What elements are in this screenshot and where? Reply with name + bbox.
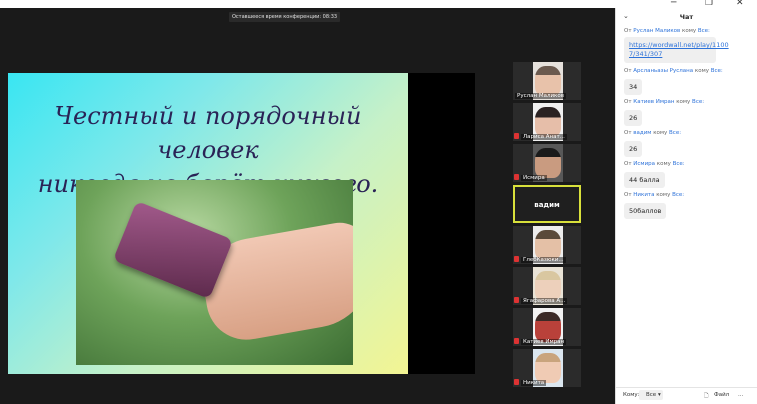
muted-mic-icon — [514, 379, 519, 385]
message-text: 26 — [624, 110, 643, 126]
file-button[interactable]: Файл — [714, 392, 729, 398]
participant-name: Руслан Маликов — [515, 93, 566, 99]
participant-name: Никита — [521, 380, 547, 386]
participant-video — [535, 148, 561, 178]
sender-name[interactable]: Катиев Имран — [633, 99, 674, 105]
participant-name: Катиев Имран — [521, 339, 567, 345]
muted-mic-icon — [514, 256, 519, 262]
sender-name[interactable]: вадим — [633, 130, 651, 136]
shared-screen: Честный и порядочный человек никогда не … — [8, 73, 475, 374]
participant-name: вадим — [534, 201, 560, 209]
presentation-slide: Честный и порядочный человек никогда не … — [8, 73, 408, 374]
chat-header: ⌄ Чат — [616, 10, 757, 26]
participant-tile[interactable]: Катиев Имран — [513, 308, 581, 346]
message-meta: От Катиев Имран кому Все: — [624, 99, 705, 105]
message-text: 26 — [624, 141, 643, 157]
chat-message: От Никита кому Все: 50баллов — [624, 192, 684, 219]
chat-title: Чат — [679, 13, 694, 21]
recipient-name[interactable]: Все: — [669, 130, 681, 136]
chat-panel: ⌄ Чат От Руслан Маликов кому Все: https:… — [615, 0, 757, 404]
chat-message: От Исмира кому Все: 44 балла — [624, 161, 685, 188]
sender-name[interactable]: Исмира — [633, 161, 655, 167]
participant-video — [535, 353, 561, 383]
participant-name: ГлебКазюки... — [521, 257, 566, 263]
more-button[interactable]: ... — [738, 392, 743, 398]
message-text: 50баллов — [624, 203, 667, 219]
recipient-select-value[interactable]: Все — [646, 392, 656, 398]
message-meta: От Никита кому Все: — [624, 192, 685, 198]
recipient-name[interactable]: Все: — [692, 99, 704, 105]
message-meta: От Исмира кому Все: — [624, 161, 685, 167]
recipient-name[interactable]: Все: — [672, 192, 684, 198]
chat-message: От Арсланьазы Руслана кому Все: 34 — [624, 68, 723, 95]
participant-tile[interactable]: Никита — [513, 349, 581, 387]
participant-tile[interactable]: Исмира — [513, 144, 581, 182]
participant-tile[interactable]: Руслан Маликов — [513, 62, 581, 100]
participant-name: Ягафарова А... — [521, 298, 568, 304]
muted-mic-icon — [514, 174, 519, 180]
to-label: Кому: — [623, 392, 640, 398]
participant-tile[interactable]: Лариса Анат... — [513, 103, 581, 141]
recipient-name[interactable]: Все: — [698, 28, 710, 34]
participant-tile[interactable]: ГлебКазюки... — [513, 226, 581, 264]
muted-mic-icon — [514, 133, 519, 139]
sender-name[interactable]: Никита — [633, 192, 654, 198]
participant-video — [535, 312, 561, 342]
window-controls: ─ ❐ ✕ — [615, 0, 757, 8]
participant-video — [535, 271, 561, 301]
chat-message: От Руслан Маликов кому Все: https://word… — [624, 28, 729, 63]
message-text: 34 — [624, 79, 643, 95]
slide-photo — [76, 180, 353, 365]
file-icon[interactable]: 🗋 — [704, 392, 708, 401]
sender-name[interactable]: Арсланьазы Руслана — [633, 68, 693, 74]
participant-video — [535, 66, 561, 96]
recipient-name[interactable]: Все: — [711, 68, 723, 74]
muted-mic-icon — [514, 338, 519, 344]
message-meta: От Арсланьазы Руслана кому Все: — [624, 68, 723, 74]
close-icon[interactable]: ✕ — [736, 0, 744, 8]
slide-title-line-1: Честный и порядочный человек — [54, 102, 362, 164]
chevron-down-icon[interactable]: ▾ — [658, 392, 661, 398]
title-bar — [0, 0, 615, 8]
participant-tile-active-speaker[interactable]: вадим — [513, 185, 581, 223]
recipient-name[interactable]: Все: — [673, 161, 685, 167]
message-link[interactable]: https://wordwall.net/play/1100 7/341/307 — [624, 37, 729, 63]
maximize-icon[interactable]: ❐ — [705, 0, 713, 8]
chat-message: От Катиев Имран кому Все: 26 — [624, 99, 704, 126]
participant-video — [535, 107, 561, 137]
chat-message: От вадим кому Все: 26 — [624, 130, 681, 157]
sender-name[interactable]: Руслан Маликов — [633, 28, 680, 34]
participant-video — [535, 230, 561, 260]
wallet-image — [112, 200, 234, 300]
muted-mic-icon — [514, 297, 519, 303]
message-meta: От вадим кому Все: — [624, 130, 682, 136]
participant-name: Лариса Анат... — [521, 134, 567, 140]
chat-footer: Кому: Все ▾ 🗋 Файл ... — [616, 387, 757, 404]
message-meta: От Руслан Маликов кому Все: — [624, 28, 710, 34]
minimize-icon[interactable]: ─ — [671, 0, 676, 8]
meeting-time-remaining: Оставшееся время конференции: 08:33 — [229, 12, 341, 22]
participant-name: Исмира — [521, 175, 547, 181]
message-text: 44 балла — [624, 172, 665, 188]
participant-tile[interactable]: Ягафарова А... — [513, 267, 581, 305]
